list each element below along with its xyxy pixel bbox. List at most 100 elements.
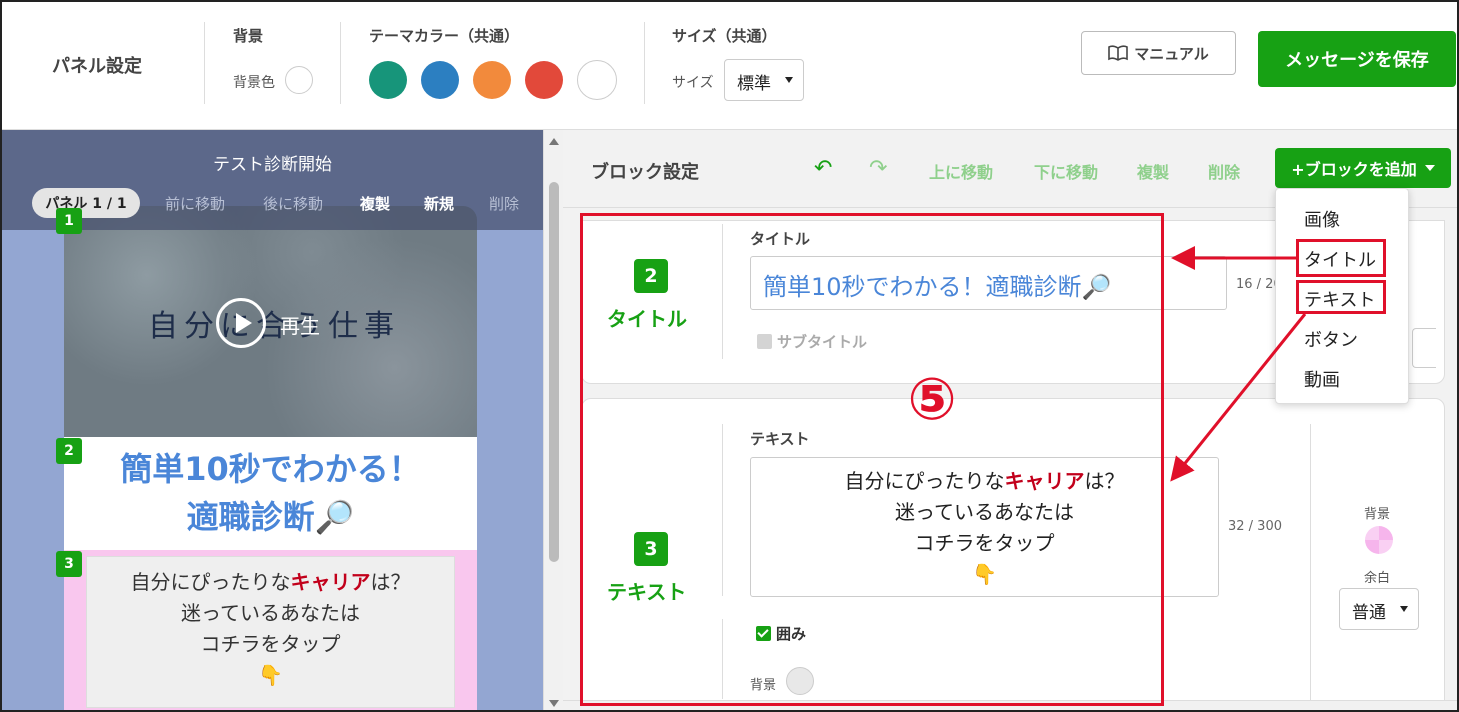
dropdown-item-video[interactable]: 動画 <box>1304 366 1340 392</box>
title-block-preview[interactable]: 簡単10秒でわかる！ 適職診断🔎 <box>64 437 477 550</box>
block-number-badge: 1 <box>56 208 82 234</box>
subtitle-checkbox[interactable] <box>757 334 772 349</box>
title-input[interactable]: 簡単10秒でわかる！適職診断🔎 <box>750 256 1227 310</box>
block-number-badge: 3 <box>56 551 82 577</box>
save-message-button[interactable]: メッセージを保存 <box>1258 31 1456 87</box>
redo-icon[interactable]: ↷ <box>869 156 887 181</box>
delete-block-button[interactable]: 削除 <box>1208 159 1240 183</box>
duplicate-panel-button[interactable]: 複製 <box>360 193 390 214</box>
text-line-1: 自分にぴったりなキャリアは？ <box>130 570 411 594</box>
size-section-label: サイズ（共通） <box>672 27 777 45</box>
divider <box>722 224 723 359</box>
dropdown-item-image[interactable]: 画像 <box>1304 206 1340 232</box>
size-label: サイズ <box>672 75 714 91</box>
new-panel-button[interactable]: 新規 <box>424 193 454 214</box>
divider <box>1310 424 1311 704</box>
text-block-card: 3 テキスト テキスト 自分にぴったりなキャリアは？ 迷っているあなたは コチラ… <box>581 398 1445 710</box>
play-icon[interactable] <box>216 298 266 348</box>
theme-color-swatch-orange[interactable] <box>473 61 511 99</box>
text-line-2: 迷っているあなたは <box>895 500 1074 524</box>
box-background-picker[interactable] <box>786 667 814 695</box>
title-line-1: 簡単10秒でわかる！ <box>120 450 421 488</box>
panel-settings-title: パネル設定 <box>52 56 142 77</box>
text-line-3: コチラをタップ <box>914 531 1055 555</box>
size-select-value: 標準 <box>737 74 771 94</box>
add-block-label: +ブロックを追加 <box>1291 160 1417 179</box>
caret-down-icon <box>1424 165 1435 171</box>
move-prev-button[interactable]: 前に移動 <box>165 193 225 214</box>
size-select[interactable]: 標準 <box>724 59 804 101</box>
margin-select[interactable]: 普通 <box>1339 588 1419 630</box>
background-color-label: 背景色 <box>233 75 275 91</box>
divider <box>204 22 205 104</box>
highlight-title-item <box>1296 239 1386 277</box>
delete-panel-button[interactable]: 削除 <box>489 193 519 214</box>
undo-icon[interactable]: ↶ <box>814 156 832 181</box>
block-settings-title: ブロック設定 <box>591 162 699 183</box>
video-block-preview[interactable]: 自分に合う仕事 再生 <box>64 206 477 437</box>
block-background-picker[interactable] <box>1365 526 1393 554</box>
pointing-down-icon: 👇 <box>258 663 283 687</box>
move-down-button[interactable]: 下に移動 <box>1034 159 1098 183</box>
enclose-checkbox-label: 囲み <box>776 625 807 643</box>
theme-color-swatch-red[interactable] <box>525 61 563 99</box>
caret-down-icon <box>1400 606 1408 612</box>
preview-title: テスト診断開始 <box>213 155 332 175</box>
annotation-step-number: ⑤ <box>907 365 957 433</box>
panel-preview: 自分に合う仕事 再生 テスト診断開始 パネル 1 / 1 前に移動 後に移動 複… <box>2 130 543 710</box>
theme-color-swatch-white[interactable] <box>577 60 617 100</box>
manual-button[interactable]: マニュアル <box>1081 31 1236 75</box>
scroll-down-icon[interactable] <box>549 700 559 707</box>
margin-label: 余白 <box>1364 571 1391 586</box>
add-block-button[interactable]: +ブロックを追加 <box>1275 148 1451 188</box>
background-section-label: 背景 <box>233 27 264 45</box>
book-icon <box>1108 45 1129 61</box>
horizontal-scrollbar[interactable] <box>563 700 1457 710</box>
text-box: 自分にぴったりなキャリアは？ 迷っているあなたは コチラをタップ 👇 <box>86 556 455 708</box>
subtitle-checkbox-label: サブタイトル <box>777 333 868 351</box>
divider <box>340 22 341 104</box>
divider <box>722 424 723 596</box>
text-field-label: テキスト <box>750 430 810 448</box>
panel-indicator[interactable]: パネル 1 / 1 <box>32 188 140 218</box>
block-number-badge: 2 <box>634 259 668 293</box>
top-toolbar: パネル設定 背景 背景色 テーマカラー（共通） サイズ（共通） サイズ 標準 マ… <box>2 2 1457 130</box>
background-color-picker[interactable] <box>285 66 313 94</box>
divider <box>644 22 645 104</box>
block-type-label: テキスト <box>607 580 687 604</box>
theme-color-section-label: テーマカラー（共通） <box>369 27 520 45</box>
play-label: 再生 <box>280 314 320 338</box>
scroll-thumb[interactable] <box>549 182 559 562</box>
video-handwritten-text: 自分に合う仕事 <box>148 309 400 344</box>
text-line-1: 自分にぴったりなキャリアは？ <box>844 469 1125 493</box>
dropdown-item-button[interactable]: ボタン <box>1304 326 1358 352</box>
highlight-text-item <box>1296 280 1386 314</box>
enclose-checkbox[interactable] <box>756 626 771 641</box>
app-window: パネル設定 背景 背景色 テーマカラー（共通） サイズ（共通） サイズ 標準 マ… <box>0 0 1459 712</box>
block-number-badge: 3 <box>634 532 668 566</box>
block-background-label: 背景 <box>1364 507 1391 522</box>
text-line-2: 迷っているあなたは <box>181 601 360 625</box>
manual-button-label: マニュアル <box>1134 44 1209 63</box>
move-next-button[interactable]: 後に移動 <box>263 193 323 214</box>
box-background-label: 背景 <box>750 678 777 693</box>
duplicate-block-button[interactable]: 複製 <box>1137 159 1169 183</box>
text-block-preview[interactable]: 自分にぴったりなキャリアは？ 迷っているあなたは コチラをタップ 👇 <box>64 550 477 710</box>
text-input[interactable]: 自分にぴったりなキャリアは？ 迷っているあなたは コチラをタップ 👇 <box>750 457 1219 597</box>
margin-select-value: 普通 <box>1352 603 1386 623</box>
theme-color-swatch-blue[interactable] <box>421 61 459 99</box>
text-line-3: コチラをタップ <box>200 632 341 656</box>
text-char-counter: 32 / 300 <box>1228 519 1282 534</box>
preview-header: テスト診断開始 パネル 1 / 1 前に移動 後に移動 複製 新規 削除 <box>2 130 543 230</box>
scroll-up-icon[interactable] <box>549 138 559 145</box>
title-line-2: 適職診断🔎 <box>186 498 355 536</box>
block-type-label: タイトル <box>607 307 687 331</box>
block-number-badge: 2 <box>56 438 82 464</box>
move-up-button[interactable]: 上に移動 <box>929 159 993 183</box>
select-control[interactable] <box>1412 328 1436 368</box>
divider <box>722 619 723 699</box>
theme-color-swatch-teal[interactable] <box>369 61 407 99</box>
pointing-down-icon: 👇 <box>972 562 997 586</box>
preview-scrollbar[interactable] <box>543 130 563 710</box>
caret-down-icon <box>785 77 793 83</box>
